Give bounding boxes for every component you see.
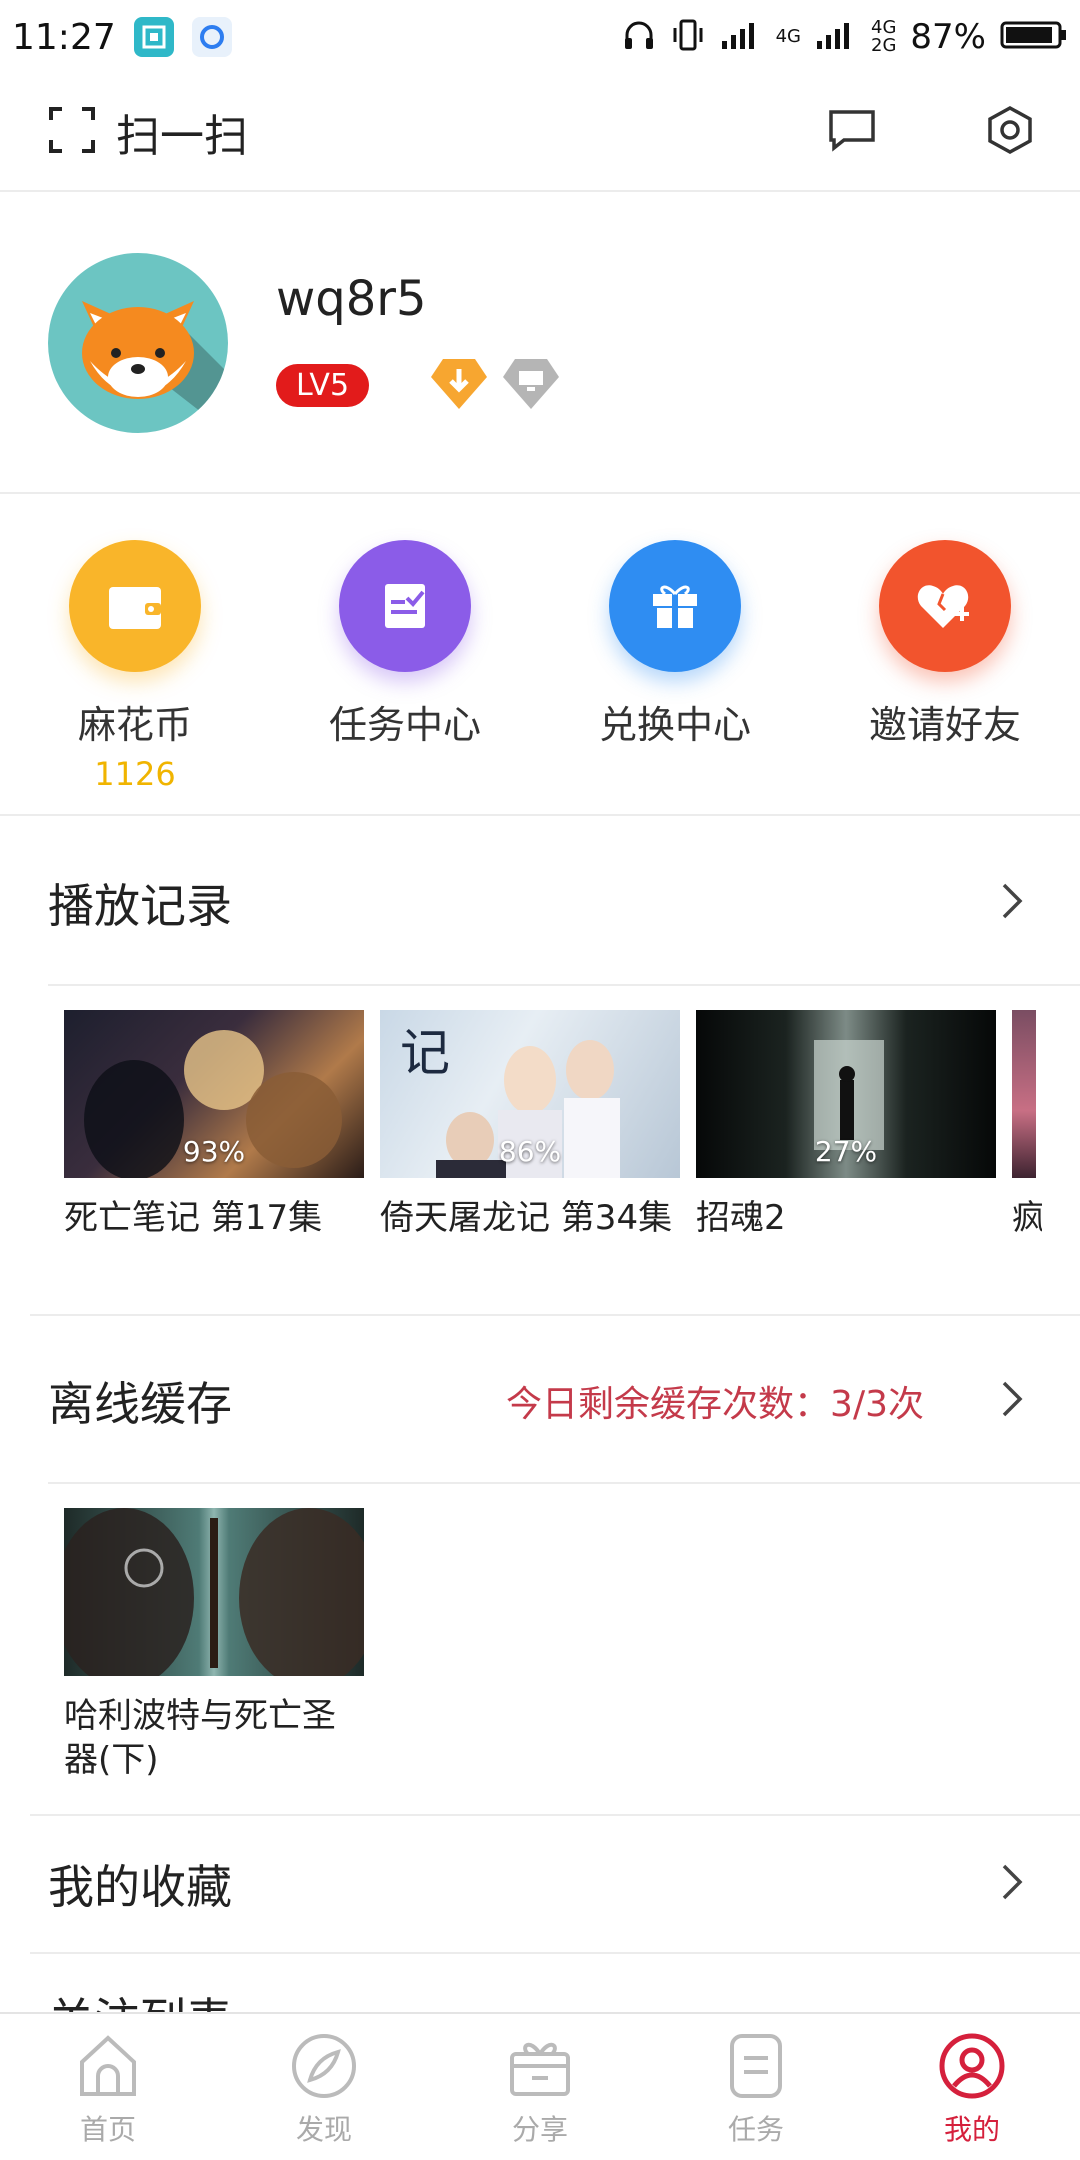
browser-app-icon — [191, 17, 232, 57]
level-badge: LV5 — [276, 363, 370, 407]
scan-app-icon — [133, 17, 174, 57]
nav-label-share: 分享 — [511, 2113, 568, 2146]
scan-button[interactable]: 扫一扫 — [48, 100, 248, 164]
chevron-right-icon[interactable] — [1000, 1862, 1024, 1906]
favorites-row[interactable]: 我的收藏 — [0, 1816, 1080, 1952]
top-header: 扫一扫 — [0, 74, 1080, 192]
history-title: 倚天屠龙记 第34集 — [380, 1198, 673, 1238]
history-card[interactable]: 记 86% 倚天屠龙记 第34集 — [380, 1010, 680, 1240]
nav-share[interactable]: 分享 — [432, 2014, 648, 2160]
nav-home[interactable]: 首页 — [0, 2014, 216, 2160]
history-thumbnail[interactable]: 记 86% — [380, 1010, 680, 1178]
vibrate-icon — [670, 18, 706, 56]
offline-cache-list: 哈利波特与死亡圣器(下) — [64, 1508, 364, 1782]
nav-discover[interactable]: 发现 — [216, 2014, 432, 2160]
history-card[interactable]: 27% 招魂2 — [696, 1010, 996, 1240]
nav-label-discover: 发现 — [295, 2113, 352, 2146]
quick-label-coins: 麻花币 — [77, 703, 192, 747]
section-title-play-history: 播放记录 — [48, 879, 232, 933]
quick-label-exchange: 兑换中心 — [598, 703, 751, 747]
signal-icon-2 — [815, 19, 857, 55]
history-progress: 93% — [182, 1135, 246, 1168]
divider — [48, 984, 1080, 986]
task-icon — [339, 540, 471, 672]
quick-item-exchange[interactable]: 兑换中心 — [540, 496, 810, 814]
battery-percent: 87% — [910, 17, 986, 57]
avatar[interactable] — [48, 253, 228, 433]
cache-remaining-note: 今日剩余缓存次数：3/3次 — [506, 1384, 924, 1425]
screen-badge-icon[interactable] — [501, 355, 561, 415]
section-title-favorites: 我的收藏 — [48, 1860, 232, 1914]
nav-tasks[interactable]: 任务 — [648, 2014, 864, 2160]
history-title: 死亡笔记 第17集 — [64, 1198, 323, 1238]
chevron-right-icon[interactable] — [1000, 881, 1024, 925]
history-title: 疯 — [1012, 1198, 1042, 1238]
cache-card[interactable]: 哈利波特与死亡圣器(下) — [64, 1508, 364, 1782]
history-thumbnail[interactable]: 27% — [696, 1010, 996, 1178]
username: wq8r5 — [276, 271, 427, 327]
nav-label-tasks: 任务 — [727, 2113, 784, 2146]
bottom-nav: 首页 发现 分享 任务 我的 — [0, 2012, 1080, 2160]
gift-icon — [609, 540, 741, 672]
quick-label-tasks: 任务中心 — [328, 703, 481, 747]
history-progress: 86% — [498, 1135, 562, 1168]
nav-profile[interactable]: 我的 — [864, 2014, 1080, 2160]
quick-label-invite: 邀请好友 — [868, 703, 1021, 747]
download-badge-icon[interactable] — [429, 355, 489, 415]
history-title: 招魂2 — [696, 1198, 786, 1238]
status-bar: 11:27 4G 4G 2G 87% — [0, 0, 1080, 74]
nav-label-home: 首页 — [79, 2113, 136, 2146]
battery-icon — [1000, 19, 1068, 55]
play-history-header[interactable]: 播放记录 — [0, 818, 1080, 988]
history-thumbnail[interactable] — [1012, 1010, 1036, 1178]
heart-plus-icon — [879, 540, 1011, 672]
quick-item-tasks[interactable]: 任务中心 — [270, 496, 540, 814]
history-card[interactable]: 93% 死亡笔记 第17集 — [64, 1010, 364, 1240]
scan-icon — [48, 106, 96, 158]
status-time: 11:27 — [12, 16, 116, 58]
home-icon — [76, 2032, 140, 2104]
quick-item-coins[interactable]: 麻花币 1126 — [0, 496, 270, 814]
wallet-icon — [69, 540, 201, 672]
svg-text:记: 记 — [400, 1024, 450, 1082]
network-type-2: 4G 2G — [871, 17, 897, 56]
profile-icon — [938, 2032, 1006, 2104]
quick-item-invite[interactable]: 邀请好友 — [810, 496, 1080, 814]
discover-icon — [290, 2032, 358, 2104]
task-nav-icon — [726, 2032, 786, 2104]
profile-card[interactable]: wq8r5 LV5 — [0, 194, 1080, 494]
headphone-icon — [622, 18, 656, 56]
network-type: 4G — [775, 26, 802, 47]
coin-balance: 1126 — [94, 755, 176, 793]
history-card[interactable]: 疯 — [1012, 1010, 1042, 1240]
play-history-list: 93% 死亡笔记 第17集 记 86% 倚天屠龙记 第34集 27% 招魂2 疯 — [64, 1010, 1042, 1240]
message-icon[interactable] — [828, 108, 876, 156]
signal-icon — [720, 19, 762, 55]
section-title-next: 关注列表 — [48, 1984, 232, 2012]
divider — [48, 1482, 1080, 1484]
cache-thumbnail[interactable] — [64, 1508, 364, 1676]
share-icon — [506, 2032, 574, 2104]
cache-title: 哈利波特与死亡圣器(下) — [64, 1696, 336, 1780]
history-thumbnail[interactable]: 93% — [64, 1010, 364, 1178]
scan-label: 扫一扫 — [116, 111, 248, 162]
nav-label-profile: 我的 — [943, 2113, 1000, 2146]
history-progress: 27% — [814, 1135, 878, 1168]
settings-icon[interactable] — [986, 105, 1034, 159]
chevron-right-icon[interactable] — [1000, 1379, 1024, 1423]
quick-actions: 麻花币 1126 任务中心 兑换中心 邀请好友 — [0, 496, 1080, 816]
section-title-offline-cache: 离线缓存 — [48, 1377, 232, 1431]
offline-cache-header[interactable]: 离线缓存 今日剩余缓存次数：3/3次 — [0, 1316, 1080, 1486]
next-section-row[interactable]: 关注列表 — [0, 1954, 1080, 2012]
